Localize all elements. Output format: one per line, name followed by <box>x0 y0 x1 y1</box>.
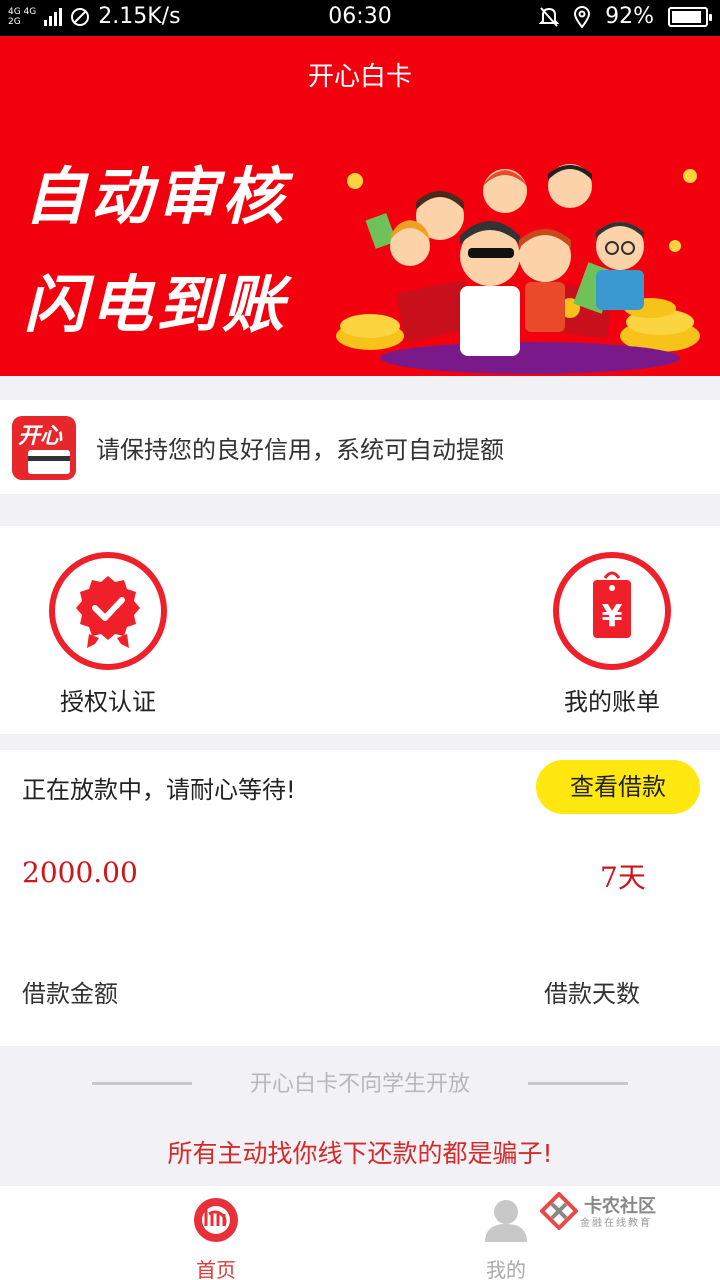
promo-banner[interactable]: 开心白卡 自动审核 闪电到账 <box>0 36 720 376</box>
location-icon <box>574 5 591 28</box>
loan-status-text: 正在放款中，请耐心等待! <box>22 776 296 804</box>
svg-text:¥: ¥ <box>602 599 623 634</box>
tab-mine-label: 我的 <box>486 1258 526 1280</box>
credit-notice-text: 请保持您的良好信用，系统可自动提额 <box>96 436 504 464</box>
page-title: 开心白卡 <box>307 62 412 92</box>
tab-home-label: 首页 <box>196 1258 236 1280</box>
authorization-button[interactable]: 授权认证 <box>33 552 183 717</box>
credit-notice: 开心 请保持您的良好信用，系统可自动提额 <box>0 400 720 494</box>
user-icon <box>485 1200 527 1242</box>
tab-home[interactable]: 首页 <box>156 1196 276 1280</box>
price-tag-icon: ¥ <box>593 571 631 638</box>
students-note: 开心白卡不向学生开放 <box>249 1072 470 1097</box>
verified-badge-icon <box>76 576 140 648</box>
app-logo-icon: 开心 <box>12 416 76 480</box>
banner-slogan-line2: 闪电到账 <box>24 268 289 341</box>
fraud-warning: 所有主动找你线下还款的都是骗子! <box>167 1139 553 1168</box>
celebrating-people-illustration <box>336 164 700 374</box>
function-panel: 授权认证 ¥ 我的账单 <box>0 526 720 734</box>
status-bar: 4G 4G 2G 2.15K/s 06:30 92% <box>0 0 720 36</box>
watermark-subtitle: 金融在线教育 <box>580 1218 652 1229</box>
loan-status-panel: 正在放款中，请耐心等待! 查看借款 2000.00 7天 借款金额 借款天数 <box>0 750 720 1046</box>
loan-amount-label: 借款金额 <box>22 980 118 1008</box>
view-loan-button[interactable]: 查看借款 <box>536 760 700 814</box>
mute-bell-icon <box>539 6 560 27</box>
kanong-logo-icon <box>540 1192 578 1230</box>
banner-slogan-line1: 自动审核 <box>24 160 289 233</box>
my-bill-label: 我的账单 <box>564 688 660 716</box>
loan-amount-value: 2000.00 <box>22 856 138 889</box>
battery-percent: 92% <box>605 4 654 29</box>
loan-days-value: 7天 <box>600 861 646 894</box>
authorization-label: 授权认证 <box>60 688 156 716</box>
kanong-watermark: 卡农社区 金融在线教育 <box>540 1192 710 1232</box>
battery-icon <box>668 6 712 27</box>
footer-notes: 开心白卡不向学生开放 所有主动找你线下还款的都是骗子! <box>0 1046 720 1186</box>
home-icon <box>194 1198 238 1242</box>
my-bill-button[interactable]: ¥ 我的账单 <box>537 552 687 717</box>
loan-days-label: 借款天数 <box>544 980 640 1008</box>
